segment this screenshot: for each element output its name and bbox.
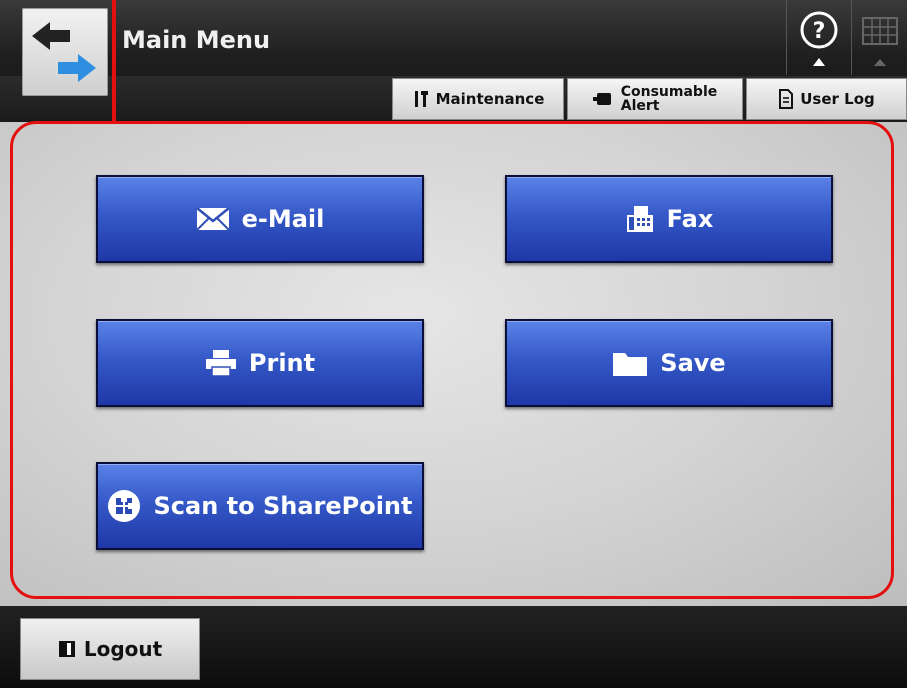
scan-to-sharepoint-label: Scan to SharePoint [153,492,413,520]
keyboard-button[interactable] [851,0,907,75]
page-title: Main Menu [122,26,271,54]
scan-to-sharepoint-button[interactable]: Scan to SharePoint [96,462,424,550]
tab-maintenance-label: Maintenance [435,90,545,108]
tab-consumable-alert[interactable]: Consumable Alert [567,78,743,120]
fax-button-label: Fax [666,205,714,233]
tab-user-log-label: User Log [800,90,875,108]
save-button-label: Save [660,349,726,377]
printer-icon [205,349,237,377]
fax-button[interactable]: Fax [505,175,833,263]
tab-maintenance[interactable]: Maintenance [392,78,564,120]
tab-consumable-label-line2: Alert [620,98,660,114]
svg-text:?: ? [813,19,826,44]
back-arrow-icon [32,22,96,82]
logout-button[interactable]: Logout [20,618,200,680]
document-icon [778,89,794,109]
fax-machine-icon [625,204,655,234]
door-icon [58,640,76,658]
wrench-screwdriver-icon [412,89,430,109]
help-button[interactable]: ? [786,0,852,75]
folder-icon [612,349,648,377]
tab-consumable-label-line1: Consumable [620,84,718,100]
toner-cartridge-icon [592,91,615,107]
help-icon: ? [800,11,838,66]
back-button[interactable] [22,8,108,96]
sharepoint-icon [107,489,141,523]
print-button[interactable]: Print [96,319,424,407]
email-button-label: e-Mail [241,205,325,233]
save-button[interactable]: Save [505,319,833,407]
print-button-label: Print [248,349,316,377]
email-button[interactable]: e-Mail [96,175,424,263]
keyboard-icon [862,17,898,66]
tab-user-log[interactable]: User Log [746,78,907,120]
logout-label: Logout [83,637,163,661]
envelope-icon [195,207,230,231]
highlight-pointer-line [112,0,116,124]
